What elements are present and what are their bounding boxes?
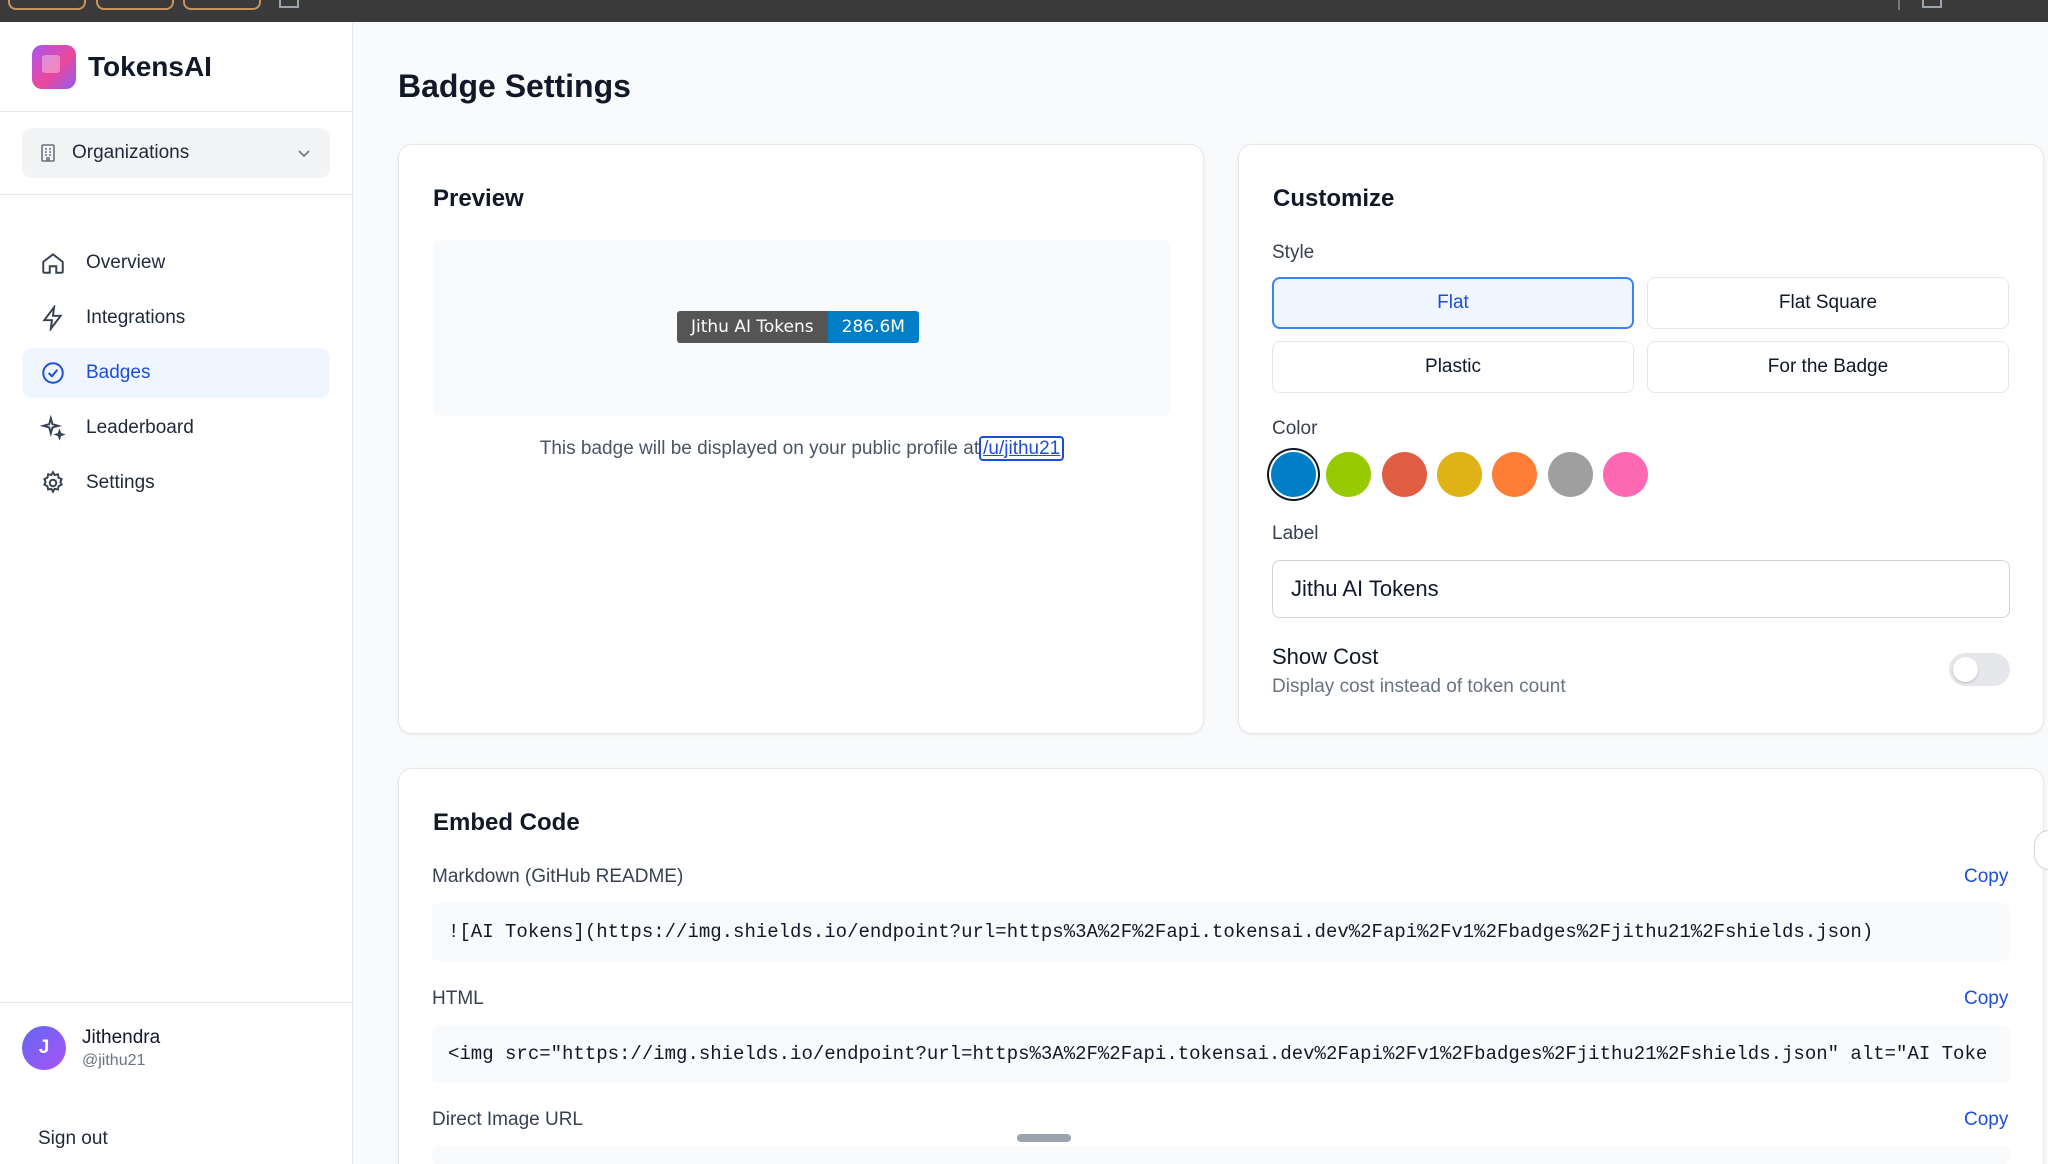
brand-name: TokensAI <box>88 51 212 82</box>
gear-icon <box>43 470 63 494</box>
label-input[interactable] <box>1272 560 2010 618</box>
sidebar-item-label: Overview <box>86 252 166 273</box>
preview-note-text: This badge will be displayed on your pub… <box>539 438 980 459</box>
browser-tab-pill[interactable] <box>183 0 261 10</box>
sidebar-item-overview[interactable]: Overview <box>22 238 330 288</box>
sign-out-link[interactable]: Sign out <box>38 1128 108 1150</box>
building-icon <box>41 144 55 162</box>
copy-direct-url-button[interactable]: Copy <box>1964 1109 2008 1131</box>
brand[interactable]: TokensAI <box>32 44 212 90</box>
user-name: Jithendra <box>82 1026 161 1048</box>
apps-grid-icon[interactable] <box>279 0 299 8</box>
embed-code-title: Embed Code <box>433 809 580 836</box>
color-swatch[interactable] <box>1436 452 1482 497</box>
floating-edge-button[interactable] <box>2034 830 2048 870</box>
scroll-handle[interactable] <box>1017 1134 1071 1142</box>
toggle-knob <box>1953 657 1978 682</box>
sidebar-nav: Overview Integrations Badges Leaderboard… <box>22 238 330 513</box>
direct-url-label: Direct Image URL <box>432 1109 583 1130</box>
style-option-flat-square[interactable]: Flat Square <box>1647 277 2009 329</box>
organization-selector-label: Organizations <box>72 142 190 163</box>
html-label: HTML <box>432 988 484 1009</box>
style-option-plastic[interactable]: Plastic <box>1272 341 1634 393</box>
html-code[interactable]: <img src="https://img.shields.io/endpoin… <box>432 1025 2010 1083</box>
page-title: Badge Settings <box>398 68 631 104</box>
sidebar-item-leaderboard[interactable]: Leaderboard <box>22 403 330 453</box>
browser-tab-pill[interactable] <box>8 0 86 10</box>
style-label: Style <box>1272 242 1315 263</box>
color-swatch[interactable] <box>1326 452 1372 497</box>
preview-title: Preview <box>433 185 524 212</box>
preview-note: This badge will be displayed on your pub… <box>399 436 1205 461</box>
copy-html-button[interactable]: Copy <box>1964 988 2008 1010</box>
markdown-code[interactable]: ![AI Tokens](https://img.shields.io/endp… <box>432 903 2010 961</box>
sidebar-item-integrations[interactable]: Integrations <box>22 293 330 343</box>
browser-tab-pill[interactable] <box>96 0 174 10</box>
check-circle-icon <box>42 362 64 384</box>
bookmarks-icon[interactable] <box>1922 0 1942 8</box>
home-icon <box>42 253 64 274</box>
badge-label: Jithu AI Tokens <box>677 311 828 343</box>
color-swatch[interactable] <box>1381 452 1427 497</box>
sidebar-divider <box>0 111 353 112</box>
badge-preview-area: Jithu AI Tokens 286.6M <box>433 240 1171 416</box>
sidebar-item-label: Badges <box>86 362 151 383</box>
show-cost-toggle[interactable] <box>1949 653 2010 686</box>
badge-value: 286.6M <box>827 311 919 343</box>
style-option-flat[interactable]: Flat <box>1272 277 1634 329</box>
direct-url-code[interactable] <box>432 1146 2010 1164</box>
bolt-icon <box>42 305 63 331</box>
sidebar-item-badges[interactable]: Badges <box>22 348 330 398</box>
sidebar-item-settings[interactable]: Settings <box>22 458 330 508</box>
color-label: Color <box>1272 418 1318 439</box>
badge-preview: Jithu AI Tokens 286.6M <box>677 311 919 343</box>
browser-toolbar <box>0 0 2048 22</box>
user-handle: @jithu21 <box>82 1051 146 1069</box>
sidebar-divider <box>0 194 353 195</box>
organization-selector[interactable]: Organizations <box>22 128 330 178</box>
embed-code-card: Embed Code <box>398 768 2044 1164</box>
profile-link[interactable]: /u/jithu21 <box>979 436 1065 461</box>
show-cost-description: Display cost instead of token count <box>1272 676 1566 697</box>
chevron-down-icon <box>298 150 310 158</box>
label-field-label: Label <box>1272 523 1319 544</box>
color-swatch[interactable] <box>1492 452 1538 497</box>
sparkle-icon <box>40 415 66 441</box>
sidebar-item-label: Leaderboard <box>86 417 194 438</box>
preview-card: Preview Jithu AI Tokens 286.6M This badg… <box>398 144 1204 734</box>
sidebar-divider <box>0 1002 353 1003</box>
logo-icon <box>32 45 76 89</box>
sidebar-item-label: Settings <box>86 472 155 493</box>
color-swatch[interactable] <box>1602 452 1648 497</box>
sidebar: TokensAI Organizations Overview Integrat… <box>0 22 353 1164</box>
toolbar-divider <box>1898 0 1900 10</box>
show-cost-title: Show Cost <box>1272 644 1379 669</box>
style-option-for-the-badge[interactable]: For the Badge <box>1647 341 2009 393</box>
color-swatch[interactable] <box>1271 452 1316 497</box>
color-swatch[interactable] <box>1547 452 1593 497</box>
copy-markdown-button[interactable]: Copy <box>1964 866 2008 888</box>
avatar: J <box>22 1026 66 1070</box>
sidebar-item-label: Integrations <box>86 307 186 328</box>
user-profile[interactable]: J Jithendra @jithu21 <box>22 1026 160 1070</box>
markdown-label: Markdown (GitHub README) <box>432 866 684 887</box>
customize-title: Customize <box>1273 185 1395 212</box>
